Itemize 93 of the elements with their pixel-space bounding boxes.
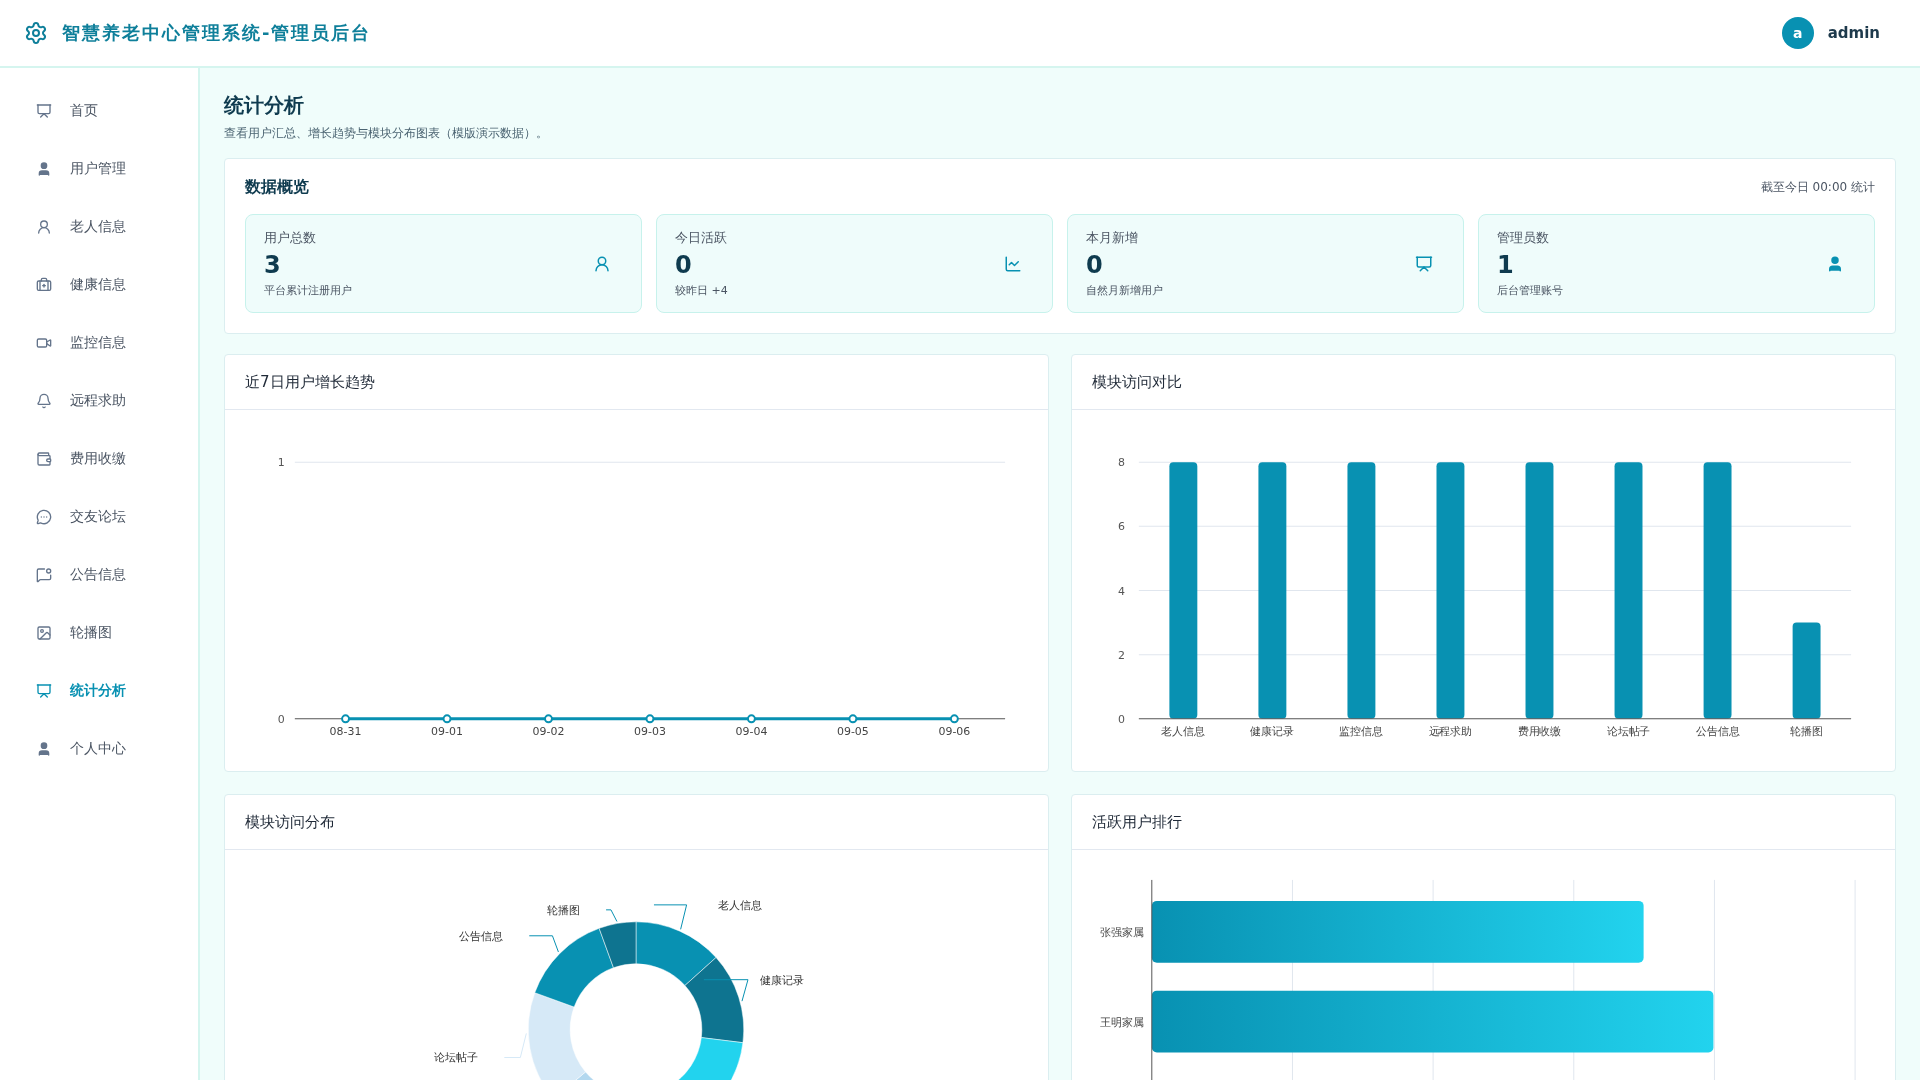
leader-line xyxy=(653,904,688,930)
axis-label: 09-03 xyxy=(634,724,666,738)
axis-label: 09-05 xyxy=(836,724,869,738)
page-subtitle: 查看用户汇总、增长趋势与模块分布图表（模版演示数据）。 xyxy=(224,125,549,142)
user-icon xyxy=(36,161,52,177)
presentation-icon xyxy=(36,103,52,119)
axis-label: 王明家属 xyxy=(1099,1015,1144,1029)
chat-icon xyxy=(36,509,52,525)
bell-icon xyxy=(36,393,52,409)
sidebar-item[interactable]: 交友论坛 xyxy=(0,488,198,546)
stat-note: 自然月新增用户 xyxy=(1086,283,1163,298)
page-title: 统计分析 xyxy=(224,92,305,119)
data-point xyxy=(848,714,858,724)
axis-label: 远程求助 xyxy=(1428,724,1473,738)
axis-label: 2 xyxy=(1117,648,1125,662)
sidebar-item[interactable]: 远程求助 xyxy=(0,372,198,430)
settings-icon xyxy=(24,21,48,45)
note-icon xyxy=(36,567,52,583)
stat-label: 用户总数 xyxy=(264,229,317,247)
stat-value: 1 xyxy=(1497,251,1515,279)
data-point xyxy=(442,714,452,724)
slice-label: 健康记录 xyxy=(759,973,804,987)
wallet-icon xyxy=(36,451,52,467)
line-chart-icon xyxy=(1004,254,1022,273)
presentation-icon xyxy=(1415,254,1433,273)
stat-label: 本月新增 xyxy=(1086,229,1139,247)
sidebar-item[interactable]: 健康信息 xyxy=(0,256,198,314)
chart-title: 模块访问对比 xyxy=(1072,355,1895,410)
video-camera-icon xyxy=(36,335,52,351)
user-icon xyxy=(1826,254,1844,273)
chart-title: 模块访问分布 xyxy=(225,795,1048,850)
user-icon xyxy=(593,254,611,273)
sidebar-item[interactable]: 监控信息 xyxy=(0,314,198,372)
leader-line xyxy=(503,1032,527,1058)
stat-note: 较昨日 +4 xyxy=(675,283,728,298)
stat-label: 管理员数 xyxy=(1497,229,1550,247)
stat-value: 0 xyxy=(675,251,693,279)
axis-label: 论坛帖子 xyxy=(1606,724,1651,738)
app-title: 智慧养老中心管理系统-管理员后台 xyxy=(62,21,372,45)
stat-value: 0 xyxy=(1086,251,1104,279)
leader-line xyxy=(528,935,559,953)
user-icon xyxy=(36,219,52,235)
axis-label: 0 xyxy=(1117,712,1125,726)
axis-label: 8 xyxy=(1117,456,1125,470)
slice-label: 轮播图 xyxy=(547,903,581,917)
axis-label: 1 xyxy=(277,456,285,470)
stat-note: 平台累计注册用户 xyxy=(264,283,352,298)
sidebar-item[interactable]: 公告信息 xyxy=(0,546,198,604)
sidebar-item[interactable]: 费用收缴 xyxy=(0,430,198,488)
data-point xyxy=(746,714,756,724)
data-point xyxy=(645,714,655,724)
axis-label: 6 xyxy=(1117,520,1125,534)
axis-label: 轮播图 xyxy=(1790,724,1824,738)
chart-title: 活跃用户排行 xyxy=(1072,795,1895,850)
axis-label: 老人信息 xyxy=(1161,724,1206,738)
avatar[interactable]: a xyxy=(1781,17,1814,49)
axis-label: 费用收缴 xyxy=(1517,724,1562,738)
stat-value: 3 xyxy=(264,251,282,279)
data-point xyxy=(544,714,553,724)
section-title: 数据概览 xyxy=(245,177,309,198)
axis-label: 0 xyxy=(277,712,285,726)
data-point xyxy=(949,714,959,724)
sidebar-item[interactable]: 统计分析 xyxy=(0,662,198,720)
sidebar-item[interactable]: 轮播图 xyxy=(0,604,198,662)
presentation-icon xyxy=(36,683,52,699)
chart-title: 近7日用户增长趋势 xyxy=(225,355,1048,410)
axis-label: 公告信息 xyxy=(1695,724,1740,738)
stat-note: 后台管理账号 xyxy=(1497,283,1563,298)
axis-label: 09-06 xyxy=(938,724,971,738)
leader-line xyxy=(605,909,618,922)
leader-line xyxy=(703,979,749,1002)
axis-label: 监控信息 xyxy=(1339,724,1384,738)
user-name[interactable]: admin xyxy=(1827,24,1880,42)
sidebar-item[interactable]: 用户管理 xyxy=(0,140,198,198)
stats-note: 截至今日 00:00 统计 xyxy=(1760,179,1875,196)
sidebar-item[interactable]: 首页 xyxy=(0,82,198,140)
stat-label: 今日活跃 xyxy=(675,229,728,247)
axis-label: 张强家属 xyxy=(1099,925,1144,939)
slice-label: 老人信息 xyxy=(717,898,762,912)
slice-label: 公告信息 xyxy=(459,929,504,943)
axis-label: 健康记录 xyxy=(1250,724,1295,738)
image-icon xyxy=(36,625,52,641)
sidebar-item[interactable]: 老人信息 xyxy=(0,198,198,256)
axis-label: 09-01 xyxy=(431,724,463,738)
slice-label: 论坛帖子 xyxy=(434,1051,479,1065)
axis-label: 08-31 xyxy=(329,724,362,738)
user-icon xyxy=(36,741,52,757)
sidebar-item[interactable]: 个人中心 xyxy=(0,720,198,778)
medical-kit-icon xyxy=(36,277,52,293)
data-point xyxy=(341,714,351,724)
axis-label: 4 xyxy=(1117,584,1125,598)
axis-label: 09-04 xyxy=(735,724,768,738)
axis-label: 09-02 xyxy=(532,724,565,738)
